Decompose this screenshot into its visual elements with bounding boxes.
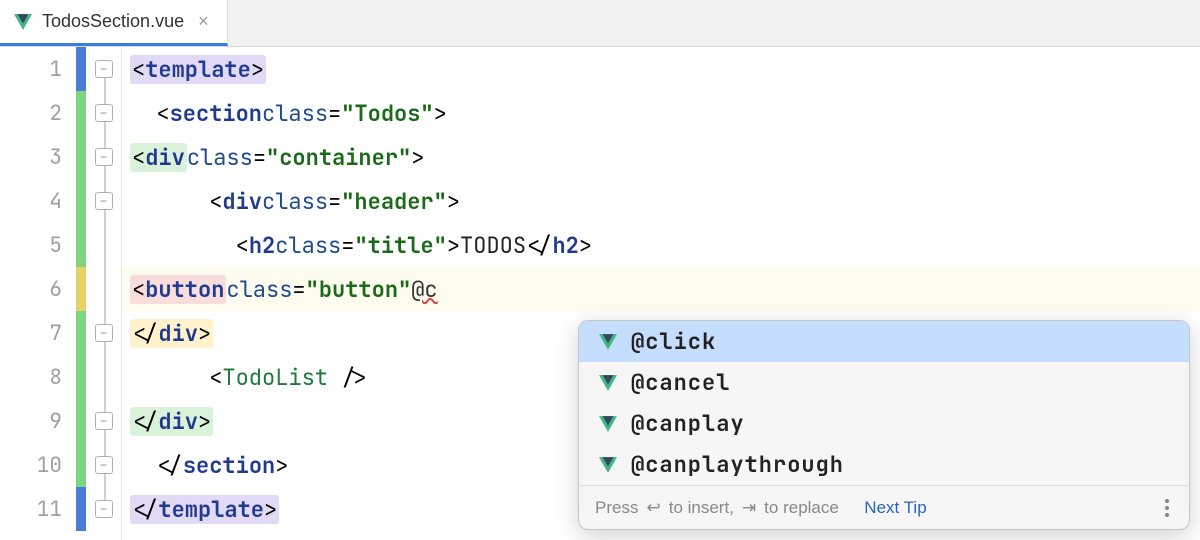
code-line[interactable]: <h2 class="title">TODOS</h2>	[122, 223, 1200, 267]
tab-bar: TodosSection.vue ×	[0, 0, 1200, 47]
close-icon[interactable]: ×	[194, 11, 213, 32]
hint-text: Press	[595, 498, 638, 518]
autocomplete-label: @canplaythrough	[631, 450, 844, 479]
autocomplete-item[interactable]: @cancel	[579, 362, 1189, 403]
line-number[interactable]: 6	[0, 267, 76, 311]
fold-button[interactable]: −	[95, 324, 113, 342]
change-marker	[76, 223, 86, 267]
code-line[interactable]: <div class="header">	[122, 179, 1200, 223]
fold-gutter: − − − − − − − −	[86, 47, 122, 540]
autocomplete-footer: Press ↩ to insert, ⇥ to replace Next Tip	[579, 485, 1189, 529]
vue-icon	[599, 456, 617, 474]
fold-button[interactable]: −	[95, 148, 113, 166]
line-number[interactable]: 5	[0, 223, 76, 267]
line-number[interactable]: 3	[0, 135, 76, 179]
tab-filename: TodosSection.vue	[42, 11, 184, 32]
change-marker	[76, 47, 86, 91]
line-number[interactable]: 4	[0, 179, 76, 223]
kebab-menu-icon[interactable]	[1161, 495, 1173, 521]
enter-key-glyph: ↩	[646, 498, 660, 518]
change-marker	[76, 91, 86, 135]
line-number[interactable]: 9	[0, 399, 76, 443]
vue-icon	[599, 333, 617, 351]
autocomplete-item[interactable]: @canplay	[579, 403, 1189, 444]
line-number[interactable]: 1	[0, 47, 76, 91]
autocomplete-item[interactable]: @canplaythrough	[579, 444, 1189, 485]
fold-button[interactable]: −	[95, 104, 113, 122]
autocomplete-label: @click	[631, 327, 716, 356]
line-number[interactable]: 8	[0, 355, 76, 399]
autocomplete-item[interactable]: @click	[579, 321, 1189, 362]
change-marker	[76, 135, 86, 179]
change-marker	[76, 179, 86, 223]
line-number-gutter: 1 2 3 4 5 6 7 8 9 10 11	[0, 47, 76, 540]
autocomplete-label: @cancel	[631, 368, 730, 397]
change-marker	[76, 399, 86, 443]
autocomplete-label: @canplay	[631, 409, 745, 438]
change-marker	[76, 487, 86, 531]
change-marker	[76, 355, 86, 399]
hint-text: to replace	[764, 498, 839, 518]
fold-button[interactable]: −	[95, 456, 113, 474]
code-line-active[interactable]: <button class="button" @c	[122, 267, 1200, 311]
tab-key-glyph: ⇥	[742, 498, 756, 518]
fold-button[interactable]: −	[95, 500, 113, 518]
change-marker	[76, 311, 86, 355]
line-number[interactable]: 2	[0, 91, 76, 135]
code-line[interactable]: <section class="Todos">	[122, 91, 1200, 135]
line-number[interactable]: 11	[0, 487, 76, 531]
fold-button[interactable]: −	[95, 192, 113, 210]
change-marker-gutter	[76, 47, 86, 540]
line-number[interactable]: 10	[0, 443, 76, 487]
line-number[interactable]: 7	[0, 311, 76, 355]
fold-button[interactable]: −	[95, 60, 113, 78]
vue-file-icon	[14, 13, 32, 31]
file-tab[interactable]: TodosSection.vue ×	[0, 0, 228, 46]
code-line[interactable]: <template>	[122, 47, 1200, 91]
autocomplete-popup: @click @cancel @canplay @canplaythrough …	[578, 320, 1190, 530]
hint-text: to insert,	[669, 498, 734, 518]
fold-button[interactable]: −	[95, 412, 113, 430]
change-marker	[76, 267, 86, 311]
vue-icon	[599, 415, 617, 433]
next-tip-link[interactable]: Next Tip	[864, 498, 926, 518]
vue-icon	[599, 374, 617, 392]
change-marker	[76, 443, 86, 487]
code-line[interactable]: <div class="container">	[122, 135, 1200, 179]
